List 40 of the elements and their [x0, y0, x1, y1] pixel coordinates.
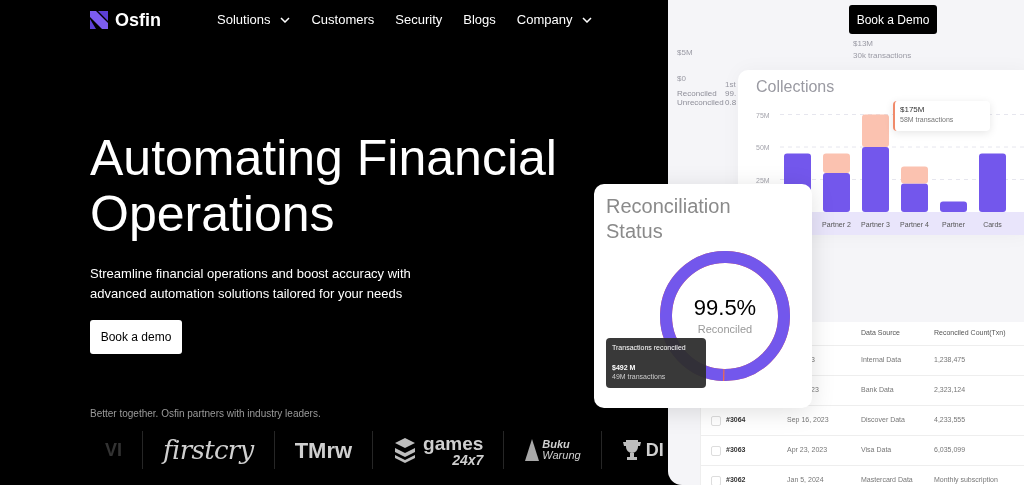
- partner-logo: Buku Warung: [542, 439, 581, 461]
- meter-reading: 99.5%: [693, 294, 757, 321]
- partner-logo: TMrw: [294, 436, 353, 465]
- card-title: Reconciliation Status: [606, 194, 732, 244]
- table-cell: 99.: [725, 88, 737, 100]
- meter-label: Reconciled: [697, 321, 753, 337]
- tooltip-value: $13M: [853, 38, 874, 50]
- chevron-down-icon: [582, 17, 593, 23]
- row-checkbox[interactable]: [711, 445, 721, 456]
- trophy-icon: [621, 439, 642, 461]
- legend-label: Reconciled: [677, 88, 717, 100]
- nav-link[interactable]: Security: [395, 10, 443, 30]
- table-cell: 0.8: [725, 97, 737, 109]
- column-heading: 1st: [725, 79, 736, 91]
- nav-link[interactable]: Solutions: [217, 10, 291, 30]
- partner-logo: firstcry: [163, 433, 254, 467]
- chart-bar: [979, 153, 1006, 212]
- partners-caption: Better together. Osfin partners with industry leaders.: [90, 407, 322, 421]
- axis-tick-label: $0: [677, 73, 686, 85]
- tooltip-subtext: 30k transactions: [853, 50, 912, 62]
- nav-link[interactable]: Blogs: [463, 10, 496, 30]
- partner-logo: games 24x7: [423, 433, 484, 467]
- book-demo-button[interactable]: Book a demo: [90, 320, 182, 354]
- logo-icon: [90, 11, 108, 29]
- book-demo-button[interactable]: Book a Demo: [849, 5, 937, 34]
- legend-label: Unreconciled: [677, 97, 724, 109]
- card-title: Collections: [756, 77, 835, 97]
- tooltip-value: $175M: [900, 105, 926, 115]
- nav-link[interactable]: Company: [516, 10, 593, 30]
- hero-subtitle: Streamline financial operations and boost accuracy with advanced automation solutions tailored for your needs: [90, 265, 412, 303]
- row-checkbox[interactable]: [711, 415, 721, 426]
- axis-tick-label: $5M: [677, 47, 693, 59]
- partner-logo: DI: [645, 438, 664, 462]
- stacked-blocks-icon: [393, 437, 418, 463]
- row-checkbox[interactable]: [711, 475, 721, 485]
- chart-bar: [940, 201, 967, 212]
- hero-title: Automating Financial Operations: [90, 130, 558, 242]
- nav-link[interactable]: Customers: [311, 10, 375, 30]
- chevron-down-icon: [280, 17, 291, 23]
- brand-name: Osfin: [115, 8, 161, 32]
